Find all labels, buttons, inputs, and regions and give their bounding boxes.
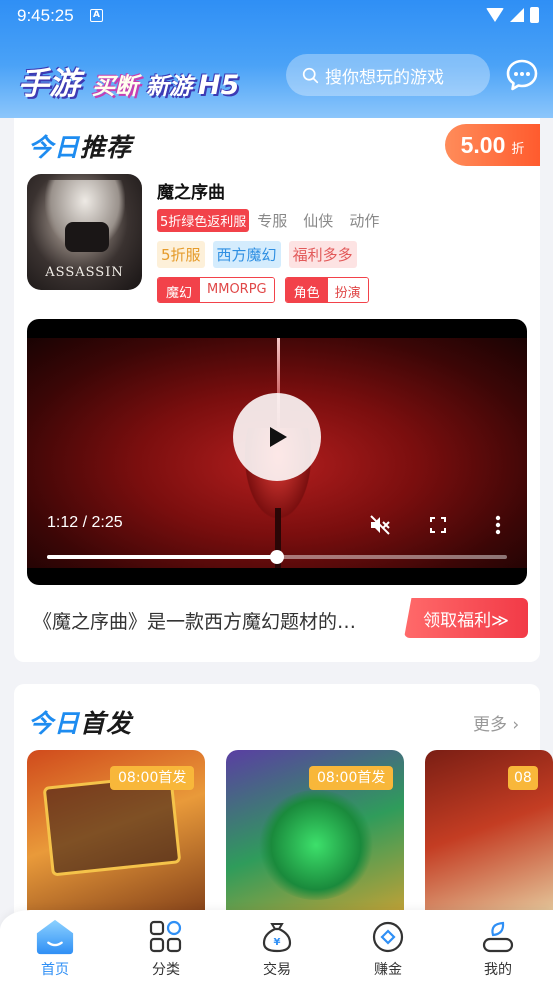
play-icon [270,427,287,447]
play-button[interactable] [233,393,321,481]
search-icon [302,67,319,83]
tab-label: 交易 [263,962,291,978]
bottom-tab-bar: 首页 分类 ¥ 交易 赚金 我的 [0,910,553,984]
volume-off-icon [370,515,390,535]
discount-unit: 折 [511,142,525,157]
slogan-word: 新游 [146,74,192,100]
video-time: 1:12 / 2:25 [47,514,123,531]
category-tag-left: 角色 [285,278,328,302]
video-progress-fill [47,555,277,559]
home-icon [35,918,75,956]
user-icon [478,918,518,956]
chat-bubble-icon [506,59,538,91]
category-tag: 角色 扮演 [284,277,369,303]
game-tags: 5折绿色返利服 专服 仙侠 动作 [157,209,395,232]
svg-text:¥: ¥ [274,937,281,948]
message-button[interactable] [505,58,539,92]
app-slogan: 手游 买断 新游 H5 [18,58,240,102]
feature-pill: 福利多多 [288,241,357,268]
category-tag-right: MMORPG [200,278,274,302]
tab-home[interactable]: 首页 [0,910,110,984]
game-icon[interactable]: ASSASSIN [27,174,142,290]
signal-icon [510,8,524,22]
game-logo-text: ASSASSIN [45,265,124,280]
genre-tag: 动作 [349,212,380,230]
notification-icon: A [90,9,103,22]
more-link[interactable]: 更多 › [473,710,519,735]
status-icons [486,7,539,23]
more-options-button[interactable] [487,514,509,536]
mute-button[interactable] [369,514,391,536]
tab-category[interactable]: 分类 [111,910,221,984]
more-vertical-icon [495,515,501,535]
video-progress-bar[interactable] [47,550,507,564]
title-rest: 推荐 [80,133,133,162]
tab-label: 分类 [152,962,180,978]
claim-welfare-button[interactable]: 领取福利≫ [404,598,528,638]
tab-label: 首页 [41,962,69,978]
tab-label: 赚金 [374,962,402,978]
video-progress-handle[interactable] [270,550,284,564]
launch-time-badge: 08:00首发 [110,766,195,790]
tab-earn[interactable]: 赚金 [333,910,443,984]
discount-value: 5.00 [460,132,506,158]
feature-pill: 西方魔幻 [212,241,281,268]
fullscreen-button[interactable] [427,514,449,536]
status-time: 9:45:25 [17,6,74,25]
genre-tag: 专服 [257,212,288,230]
rebate-tag: 5折绿色返利服 [157,209,250,232]
title-rest: 首发 [80,709,133,738]
launch-time-badge: 08 [508,766,538,790]
category-tag: 魔幻 MMORPG [157,277,275,303]
feature-pill: 5折服 [157,241,205,268]
game-art [256,790,376,900]
slogan-word: 手游 [18,66,80,102]
money-bag-icon: ¥ [257,918,297,956]
recommend-section-title: 今日推荐 [28,128,132,164]
first-launch-section-title: 今日首发 [28,704,132,740]
top-header: 9:45:25 A 手游 买断 新游 H5 搜你想玩的游戏 [0,0,553,118]
game-description: 《魔之序曲》是一款西方魔幻题材的… [33,611,357,633]
fullscreen-icon [430,517,446,533]
feature-pills: 5折服 西方魔幻 福利多多 [157,241,357,268]
category-tags: 魔幻 MMORPG 角色 扮演 [157,277,369,303]
discount-badge: 5.00 折 [445,124,540,166]
category-tag-left: 魔幻 [158,278,201,302]
character-mask [65,222,109,252]
launch-time-badge: 08:00首发 [309,766,394,790]
game-name[interactable]: 魔之序曲 [157,178,225,203]
category-tag-right: 扮演 [327,278,368,302]
genre-tag: 仙侠 [303,212,334,230]
grid-icon [146,918,186,956]
slogan-word: 买断 [92,74,138,100]
coin-icon [368,918,408,956]
video-player[interactable]: 1:12 / 2:25 [27,319,527,585]
status-bar: 9:45:25 A [0,0,553,32]
slogan-word: H5 [198,70,240,101]
search-input[interactable]: 搜你想玩的游戏 [286,54,490,96]
tab-trade[interactable]: ¥ 交易 [222,910,332,984]
search-placeholder: 搜你想玩的游戏 [325,67,444,88]
title-highlight: 今日 [28,133,81,162]
title-highlight: 今日 [28,709,81,738]
wifi-icon [486,8,504,22]
tab-label: 我的 [484,962,512,978]
tab-mine[interactable]: 我的 [443,910,553,984]
battery-icon [530,7,539,23]
